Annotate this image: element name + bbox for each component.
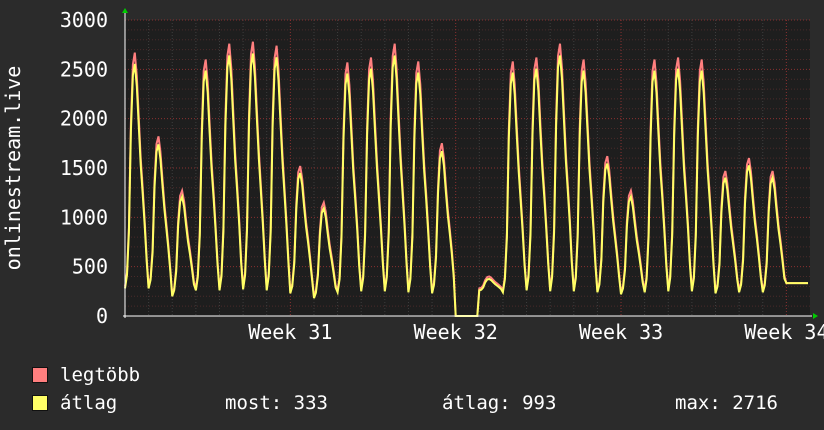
legend-row-avg: átlag most: 333 átlag: 993 max: 2716 [32,392,812,414]
x-tick-label: Week 34 [744,320,824,344]
y-tick-label: 2000 [60,107,108,131]
legend-swatch-avg [32,395,48,411]
stat-now: most: 333 [225,392,328,414]
y-tick-label: 0 [96,304,108,328]
graph-panel: 0 500 1000 1500 2000 2500 3000 Week 31 Week 32 We… [0,0,824,430]
x-axis-arrow [813,313,818,319]
y-tick-label: 1000 [60,205,108,229]
y-tick-label: 500 [72,255,108,279]
x-tick-label: Week 33 [579,320,663,344]
y-tick-label: 1500 [60,156,108,180]
y-axis-title: onlinestream.live [1,66,25,271]
traffic-chart: 0 500 1000 1500 2000 2500 3000 Week 31 Week 32 We… [1,8,824,344]
x-tick-label: Week 31 [248,320,332,344]
legend-label-max: legtöbb [60,364,141,386]
y-axis-arrow [122,8,128,13]
y-tick-label: 2500 [60,57,108,81]
legend-swatch-max [32,367,48,383]
y-tick-label: 3000 [60,8,108,32]
legend-label-avg: átlag [60,392,118,414]
x-tick-label: Week 32 [414,320,498,344]
stat-max: max: 2716 [675,392,778,414]
stat-average: átlag: 993 [442,392,557,414]
